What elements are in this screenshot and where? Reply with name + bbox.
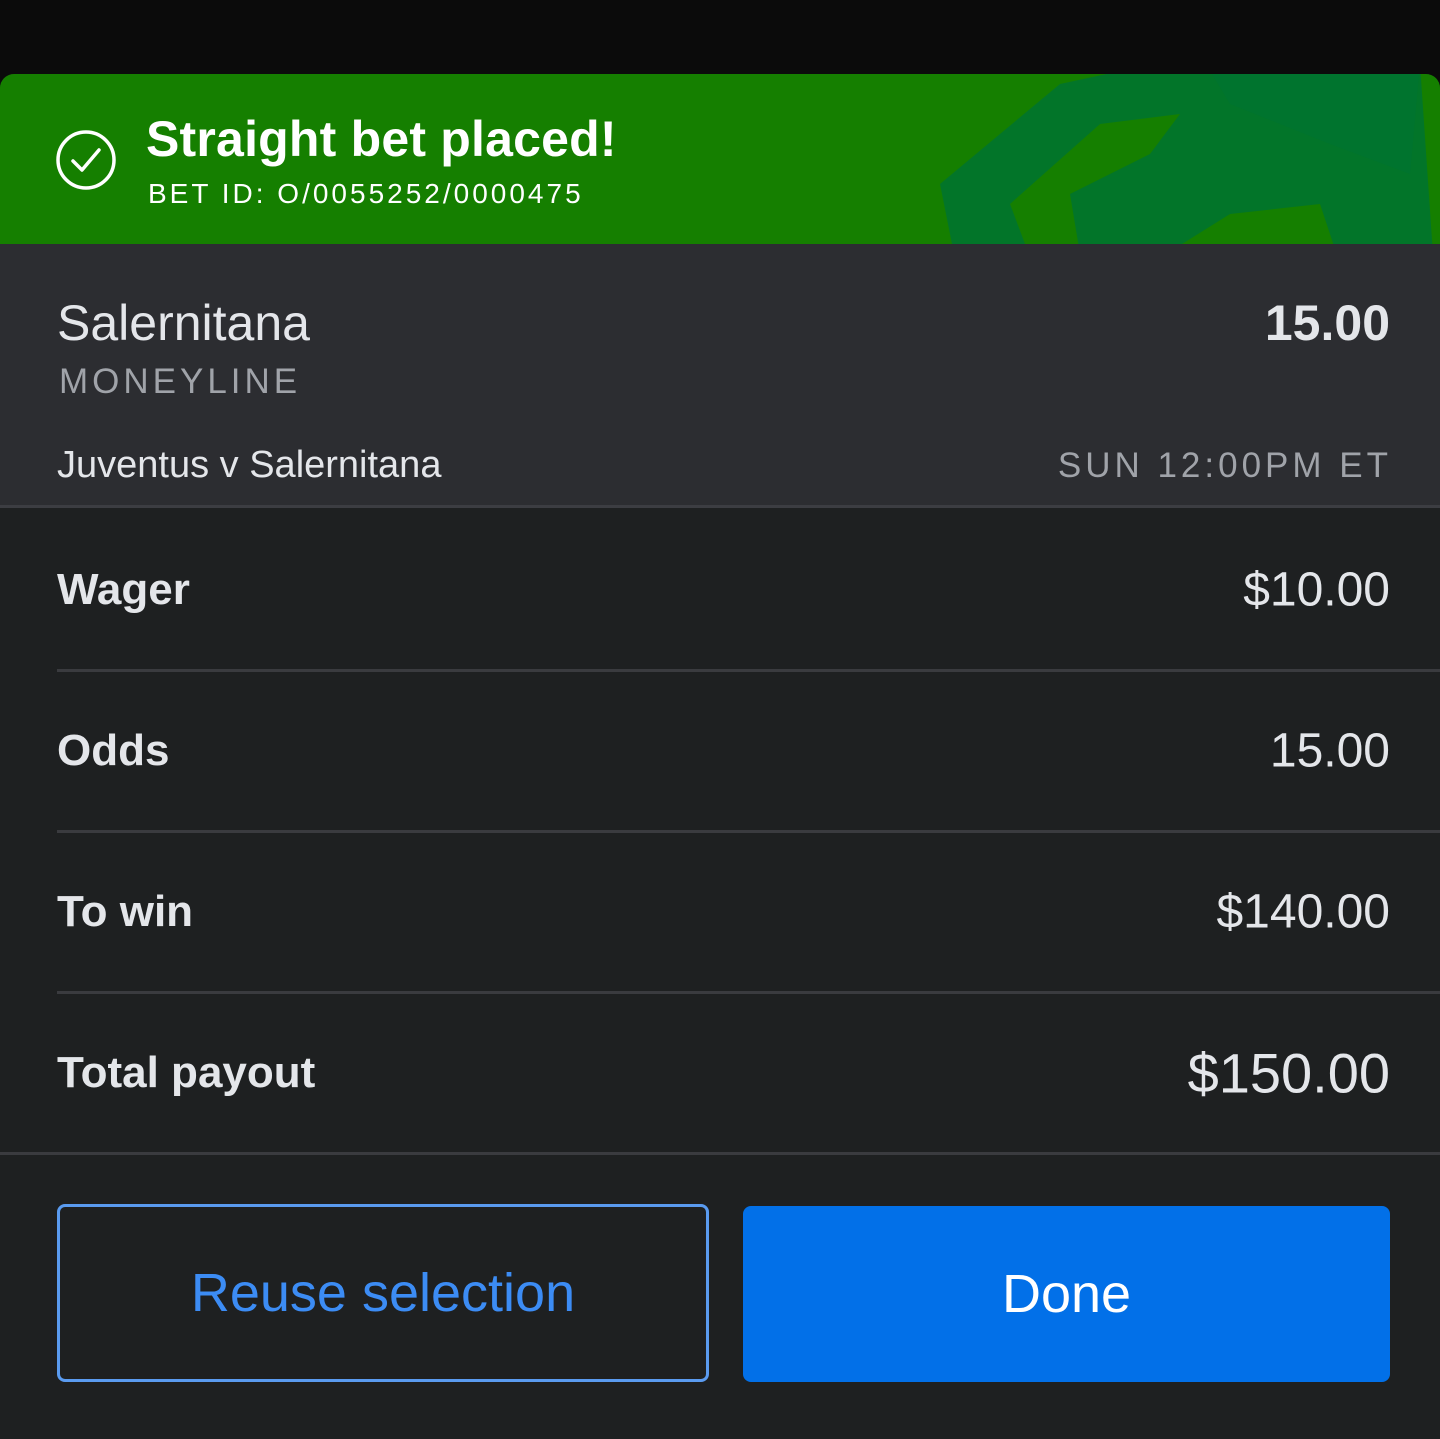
check-circle-icon [56,130,116,190]
total-payout-row: Total payout $150.00 [0,994,1440,1152]
wager-row: Wager $10.00 [0,511,1440,669]
selection-odds: 15.00 [1264,295,1390,351]
bet-confirmation-sheet: Straight bet placed! BET ID: O/0055252/0… [0,74,1440,1439]
reuse-selection-button[interactable]: Reuse selection [57,1204,709,1382]
market-type: MONEYLINE [59,362,302,401]
brand-logo-icon [940,74,1433,244]
status-bar-area [0,0,1440,74]
confirmation-title: Straight bet placed! [146,111,617,167]
event-name: Juventus v Salernitana [57,444,442,486]
row-value: $150.00 [1187,1041,1390,1105]
row-value: $10.00 [1243,563,1390,617]
event-time: SUN 12:00PM ET [1057,446,1392,485]
selection-card: Salernitana 15.00 MONEYLINE Juventus v S… [0,244,1440,508]
odds-row: Odds 15.00 [0,672,1440,830]
to-win-row: To win $140.00 [0,833,1440,991]
divider [0,1152,1440,1155]
row-label: Odds [57,726,170,775]
bet-details: Wager $10.00 Odds 15.00 To win $140.00 T… [0,511,1440,1155]
done-button[interactable]: Done [743,1206,1390,1382]
row-value: $140.00 [1216,885,1390,939]
bet-placed-banner: Straight bet placed! BET ID: O/0055252/0… [0,74,1440,244]
row-label: Total payout [57,1048,316,1097]
row-value: 15.00 [1269,724,1390,778]
row-label: To win [57,887,194,936]
bet-id: BET ID: O/0055252/0000475 [148,178,584,209]
selection-name: Salernitana [57,295,310,351]
row-label: Wager [57,565,190,614]
